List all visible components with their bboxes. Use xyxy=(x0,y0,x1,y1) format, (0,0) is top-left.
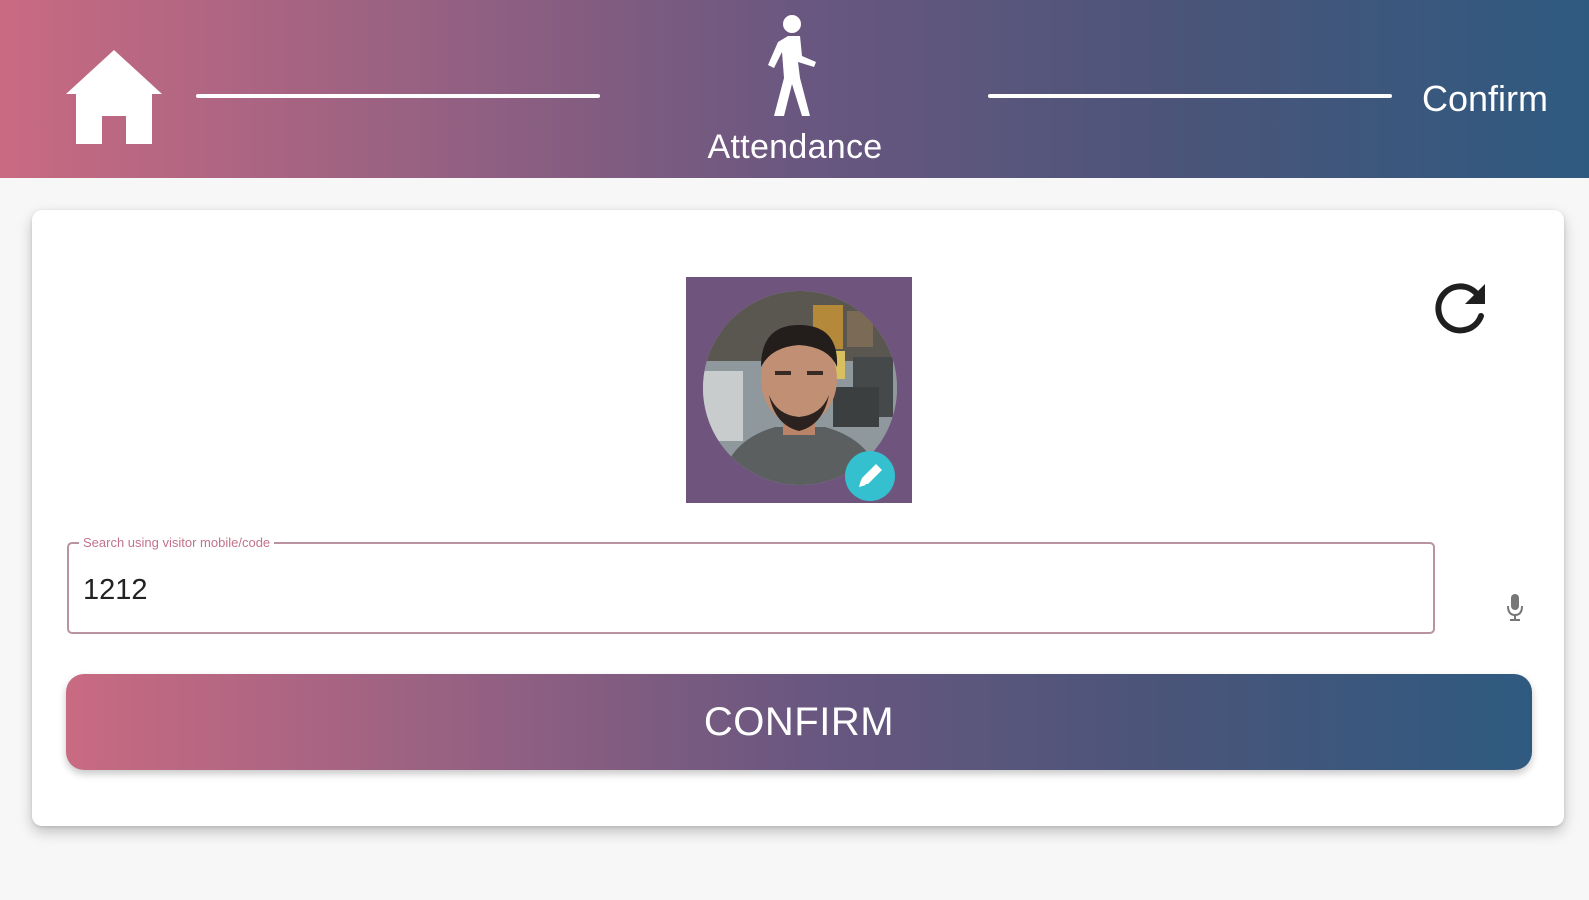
attendance-card: Search using visitor mobile/code CONFIRM xyxy=(32,210,1564,826)
photo-frame xyxy=(686,277,912,503)
refresh-icon[interactable] xyxy=(1430,280,1492,342)
search-field-label: Search using visitor mobile/code xyxy=(79,534,275,552)
pencil-icon xyxy=(859,464,882,487)
progress-line-left xyxy=(196,94,600,98)
edit-photo-button[interactable] xyxy=(845,451,895,501)
search-input[interactable] xyxy=(81,562,1385,618)
step-label-attendance: Attendance xyxy=(707,128,883,166)
confirm-button[interactable]: CONFIRM xyxy=(66,674,1532,770)
step-label-confirm[interactable]: Confirm xyxy=(1400,78,1570,120)
header-bar: Attendance Confirm xyxy=(0,0,1589,178)
progress-line-right xyxy=(988,94,1392,98)
home-icon[interactable] xyxy=(64,48,164,148)
search-field[interactable]: Search using visitor mobile/code xyxy=(67,534,1435,634)
microphone-icon[interactable] xyxy=(1506,593,1524,623)
walking-person-icon xyxy=(768,15,816,116)
